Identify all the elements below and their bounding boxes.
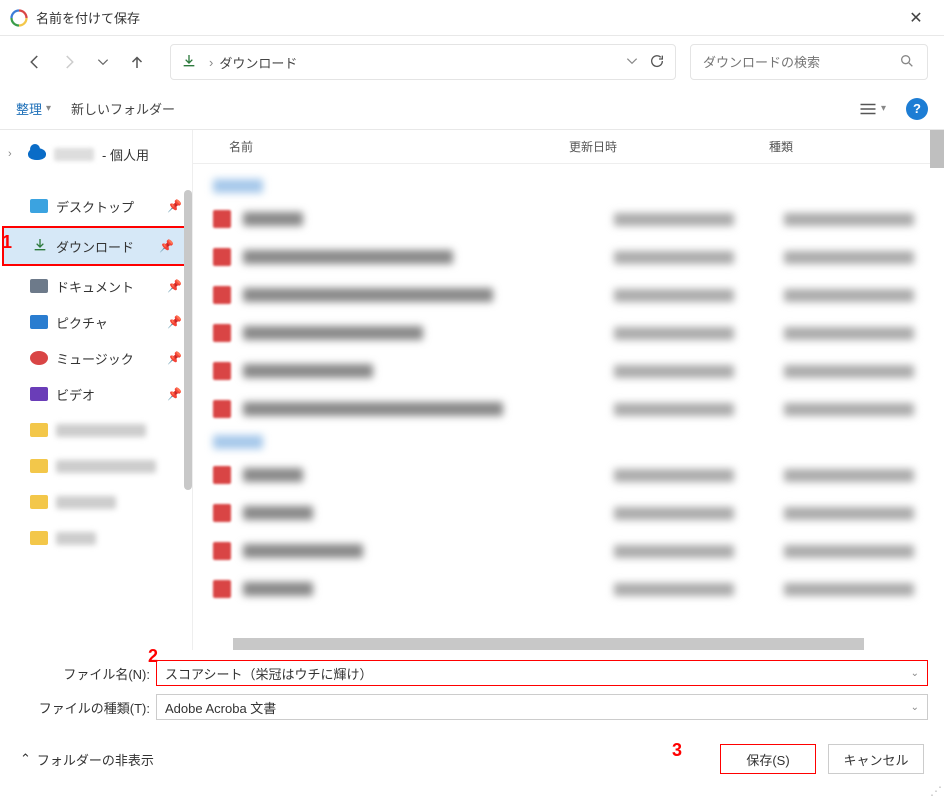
pin-icon: 📌	[167, 387, 182, 401]
sidebar-item-downloads[interactable]: ダウンロード 📌	[4, 228, 184, 264]
column-date[interactable]: 更新日時	[553, 138, 753, 155]
annotation-2: 2	[148, 646, 158, 667]
file-row[interactable]	[193, 456, 944, 494]
sidebar-item-redacted[interactable]	[0, 412, 192, 448]
toolbar: 整理▾ 新しいフォルダー ▾ ?	[0, 88, 944, 130]
file-scrollbar-h[interactable]	[233, 638, 864, 650]
sidebar-item-label: ミュージック	[56, 349, 134, 368]
file-columns-header: 名前 更新日時 種類	[193, 130, 944, 164]
nav-bar: › ダウンロード	[0, 36, 944, 88]
sidebar-item-label: ピクチャ	[56, 313, 108, 332]
recent-dropdown[interactable]	[88, 47, 118, 77]
forward-button[interactable]	[54, 47, 84, 77]
file-list[interactable]	[193, 164, 944, 616]
organize-menu[interactable]: 整理▾	[16, 99, 51, 118]
pin-icon: 📌	[167, 279, 182, 293]
search-box[interactable]	[690, 44, 928, 80]
window-title: 名前を付けて保存	[36, 8, 898, 27]
onedrive-suffix: - 個人用	[102, 145, 149, 164]
pin-icon: 📌	[159, 239, 174, 253]
chevron-right-icon: ›	[209, 55, 213, 70]
save-form: ファイル名(N): スコアシート（栄冠はウチに輝け） ⌄ ファイルの種類(T):…	[0, 650, 944, 730]
sidebar-item-redacted[interactable]	[0, 520, 192, 556]
desktop-icon	[30, 199, 48, 213]
resize-handle[interactable]: ⋰	[930, 784, 942, 798]
sidebar-item-redacted[interactable]	[0, 448, 192, 484]
sidebar-scrollbar[interactable]	[184, 190, 192, 490]
pin-icon: 📌	[167, 199, 182, 213]
filetype-value: Adobe Acroba 文書	[165, 698, 276, 717]
new-folder-button[interactable]: 新しいフォルダー	[71, 99, 175, 118]
filename-label: ファイル名(N):	[16, 664, 156, 683]
file-row[interactable]	[193, 390, 944, 428]
app-icon	[10, 9, 28, 27]
download-icon	[32, 237, 48, 256]
pictures-icon	[30, 315, 48, 329]
sidebar-item-videos[interactable]: ビデオ 📌	[0, 376, 192, 412]
file-row[interactable]	[193, 494, 944, 532]
refresh-button[interactable]	[649, 53, 665, 72]
file-scrollbar-v[interactable]	[930, 130, 944, 168]
filetype-field[interactable]: Adobe Acroba 文書 ⌄	[156, 694, 928, 720]
save-button[interactable]: 保存(S)	[720, 744, 816, 774]
file-row[interactable]	[193, 238, 944, 276]
file-row[interactable]	[193, 570, 944, 608]
sidebar-item-pictures[interactable]: ピクチャ 📌	[0, 304, 192, 340]
search-input[interactable]	[703, 55, 899, 70]
filename-field[interactable]: スコアシート（栄冠はウチに輝け） ⌄	[156, 660, 928, 686]
music-icon	[30, 351, 48, 365]
sidebar-item-music[interactable]: ミュージック 📌	[0, 340, 192, 376]
sidebar-item-label: ドキュメント	[56, 277, 134, 296]
cancel-button[interactable]: キャンセル	[828, 744, 924, 774]
annotation-3: 3	[672, 740, 682, 761]
file-group-header[interactable]	[193, 428, 944, 456]
sidebar-item-label: デスクトップ	[56, 197, 134, 216]
file-group-header[interactable]	[193, 172, 944, 200]
file-row[interactable]	[193, 200, 944, 238]
sidebar-item-redacted[interactable]	[0, 484, 192, 520]
footer: ⌃ フォルダーの非表示 保存(S) キャンセル	[0, 730, 944, 788]
cloud-icon	[28, 148, 46, 160]
sidebar: › - 個人用 デスクトップ 📌 ダウンロード 📌 ドキュメント 📌 ピクチャ	[0, 130, 192, 650]
back-button[interactable]	[20, 47, 50, 77]
address-bar[interactable]: › ダウンロード	[170, 44, 676, 80]
column-type[interactable]: 種類	[753, 138, 944, 155]
filename-value: スコアシート（栄冠はウチに輝け）	[165, 664, 372, 683]
file-row[interactable]	[193, 314, 944, 352]
documents-icon	[30, 279, 48, 293]
file-row[interactable]	[193, 352, 944, 390]
videos-icon	[30, 387, 48, 401]
file-row[interactable]	[193, 276, 944, 314]
up-button[interactable]	[122, 47, 152, 77]
search-icon	[899, 53, 915, 72]
help-button[interactable]: ?	[906, 98, 928, 120]
column-name[interactable]: 名前	[193, 138, 553, 155]
file-area: 名前 更新日時 種類	[192, 130, 944, 650]
chevron-down-icon[interactable]: ⌄	[911, 668, 919, 679]
view-menu[interactable]: ▾	[859, 102, 886, 116]
annotation-1: 1	[2, 232, 12, 253]
title-bar: 名前を付けて保存 ✕	[0, 0, 944, 36]
redacted-text	[54, 148, 94, 161]
address-dropdown[interactable]	[625, 54, 639, 71]
sidebar-item-onedrive[interactable]: › - 個人用	[0, 136, 192, 172]
hide-folders-button[interactable]: ⌃ フォルダーの非表示	[20, 750, 154, 769]
pin-icon: 📌	[167, 351, 182, 365]
filetype-label: ファイルの種類(T):	[16, 698, 156, 717]
sidebar-item-desktop[interactable]: デスクトップ 📌	[0, 188, 192, 224]
download-icon	[181, 53, 197, 72]
chevron-right-icon[interactable]: ›	[8, 148, 20, 160]
sidebar-item-label: ダウンロード	[56, 237, 134, 256]
file-row[interactable]	[193, 532, 944, 570]
pin-icon: 📌	[167, 315, 182, 329]
close-button[interactable]: ✕	[898, 0, 934, 36]
address-location: ダウンロード	[219, 53, 297, 72]
sidebar-item-documents[interactable]: ドキュメント 📌	[0, 268, 192, 304]
sidebar-item-label: ビデオ	[56, 385, 95, 404]
chevron-down-icon[interactable]: ⌄	[911, 702, 919, 713]
chevron-up-icon: ⌃	[20, 751, 31, 767]
